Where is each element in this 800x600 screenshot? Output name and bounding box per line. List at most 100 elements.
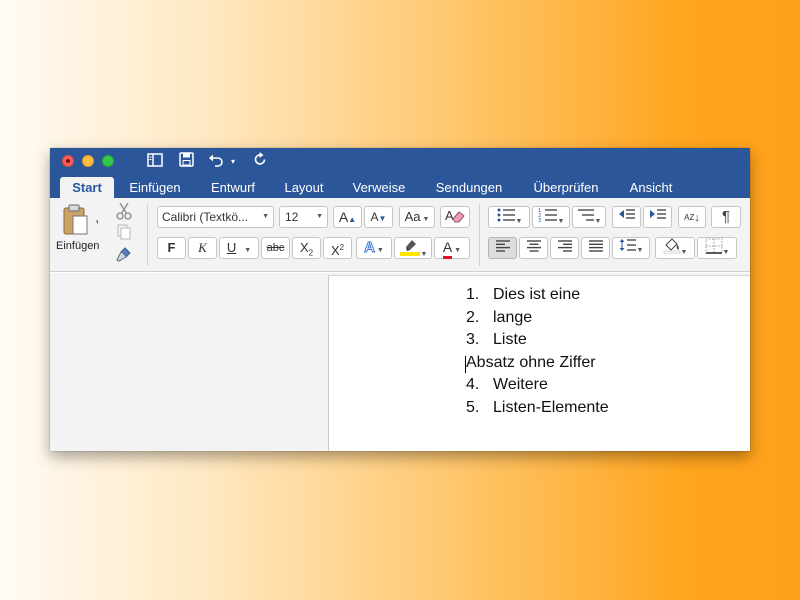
document-body[interactable]: 1. Dies ist eine 2. lange 3. Liste Absatz o… (465, 284, 609, 420)
repeat-button[interactable] (250, 152, 270, 172)
paint-bucket-icon (663, 238, 680, 255)
change-case-button[interactable]: Aa ▼ (399, 206, 435, 228)
paste-button[interactable]: ▾ (60, 204, 100, 240)
strikethrough-button[interactable]: abc (261, 237, 290, 259)
text-cursor (465, 355, 466, 373)
italic-button[interactable]: K (188, 237, 217, 259)
line-spacing-icon (619, 239, 636, 251)
list-item[interactable]: 4. Weitere (466, 374, 609, 397)
list-number: 2. (466, 308, 480, 326)
align-right-button[interactable] (550, 237, 579, 259)
ribbon-tabs: Start Einfügen Entwurf Layout Verweise S… (50, 176, 750, 198)
shrink-font-label: A (370, 210, 379, 224)
svg-text:3: 3 (538, 218, 541, 223)
align-center-icon (526, 240, 541, 252)
align-center-button[interactable] (519, 237, 548, 259)
indent-icon (649, 209, 666, 219)
list-item-text: Weitere (493, 376, 548, 393)
align-left-icon (495, 240, 510, 252)
shrink-font-button[interactable]: A▼ (364, 206, 393, 228)
paste-label: Einfügen (56, 240, 100, 252)
list-item[interactable]: 2. lange (466, 307, 609, 330)
copy-button[interactable] (116, 224, 134, 242)
sidebar-icon (147, 153, 163, 167)
borders-icon (705, 238, 723, 254)
cut-button[interactable] (116, 202, 134, 220)
font-color-icon: A (442, 240, 453, 259)
word-window: ▾ Start Einfügen Entwurf Layout Verweise… (50, 148, 750, 451)
font-size-select[interactable]: 12 ▼ (279, 206, 328, 228)
undo-dropdown-caret[interactable]: ▾ (228, 152, 238, 172)
list-item-text: Listen-Elemente (493, 398, 609, 416)
document-area: 1. Dies ist eine 2. lange 3. Liste Absatz o… (50, 273, 750, 451)
tab-ueberpruefen[interactable]: Überprüfen (524, 177, 608, 198)
superscript-label: X (330, 243, 340, 258)
font-color-button[interactable]: A ▼ (434, 237, 470, 259)
font-family-select[interactable]: Calibri (Textkö... ▼ (157, 206, 274, 228)
numbered-list-icon: 1 2 3 (538, 208, 557, 224)
increase-indent-button[interactable] (643, 206, 672, 228)
paragraph-text: Absatz ohne Ziffer (466, 353, 596, 371)
line-spacing-button[interactable]: ▼ (612, 237, 650, 259)
sidebar-toggle-button[interactable] (145, 152, 165, 172)
subscript-label: X (299, 240, 309, 255)
tab-ansicht[interactable]: Ansicht (620, 177, 682, 198)
eraser-icon: A (445, 208, 465, 223)
tab-einfuegen[interactable]: Einfügen (120, 177, 190, 198)
format-painter-button[interactable] (116, 246, 134, 264)
borders-button[interactable]: ▼ (697, 237, 737, 259)
plain-paragraph[interactable]: Absatz ohne Ziffer (465, 352, 609, 375)
tab-entwurf[interactable]: Entwurf (200, 177, 266, 198)
superscript-mark: 2 (339, 243, 345, 252)
document-page[interactable]: 1. Dies ist eine 2. lange 3. Liste Absatz o… (328, 275, 750, 451)
shading-button[interactable]: ▼ (655, 237, 695, 259)
undo-icon (209, 154, 223, 167)
underline-button[interactable]: U ▼ (219, 237, 259, 259)
grow-font-button[interactable]: A▲ (333, 206, 362, 228)
sort-label: AZ (684, 213, 695, 223)
numbering-button[interactable]: 1 2 3 ▼ (532, 206, 570, 228)
subscript-button[interactable]: X2 (292, 237, 321, 259)
close-window-button[interactable] (62, 155, 74, 167)
tab-start[interactable]: Start (60, 177, 114, 198)
list-item-text: lange (493, 308, 533, 326)
tab-sendungen[interactable]: Sendungen (428, 177, 510, 198)
tab-layout[interactable]: Layout (276, 177, 332, 198)
multilevel-list-icon (577, 209, 594, 221)
list-item[interactable]: 3. Liste (466, 329, 609, 352)
chevron-down-icon: ▼ (316, 213, 323, 220)
text-effects-button[interactable]: A ▼ (356, 237, 392, 259)
list-item[interactable]: 5. Listen-Elemente (466, 397, 609, 420)
clear-formatting-button[interactable]: A (440, 206, 470, 228)
paintbrush-icon (116, 247, 131, 262)
decrease-indent-button[interactable] (612, 206, 641, 228)
align-right-icon (557, 240, 572, 252)
ribbon-separator (479, 204, 480, 266)
maximize-window-button[interactable] (102, 155, 114, 167)
save-button[interactable] (176, 152, 196, 172)
multilevel-list-button[interactable]: ▼ (572, 206, 606, 228)
highlighter-icon (399, 240, 420, 256)
list-item-text: Dies ist eine (493, 286, 581, 303)
bullets-button[interactable]: ▼ (488, 206, 530, 228)
grow-font-label: A (338, 209, 349, 225)
undo-button[interactable] (206, 152, 226, 172)
align-left-button[interactable] (488, 237, 517, 259)
tab-verweise[interactable]: Verweise (344, 177, 414, 198)
svg-text:▾: ▾ (96, 218, 98, 226)
outdent-icon (618, 209, 635, 219)
highlight-button[interactable]: ▼ (394, 237, 432, 259)
list-number: 4. (466, 376, 480, 393)
ribbon-start: ▾ Einfügen Calibri (Textkö... ▼ 12 ▼ A▲ … (50, 198, 750, 272)
list-item[interactable]: 1. Dies ist eine (466, 284, 609, 307)
minimize-window-button[interactable] (82, 155, 94, 167)
clipboard-icon: ▾ (63, 204, 100, 235)
bold-button[interactable]: F (157, 237, 186, 259)
sort-button[interactable]: AZ↓ (678, 206, 706, 228)
superscript-button[interactable]: X2 (323, 237, 352, 259)
text-effects-icon: A (364, 239, 376, 257)
subscript-mark: 2 (308, 248, 314, 258)
show-formatting-button[interactable]: ¶ (711, 206, 741, 228)
justify-button[interactable] (581, 237, 610, 259)
copy-icon (117, 224, 131, 240)
